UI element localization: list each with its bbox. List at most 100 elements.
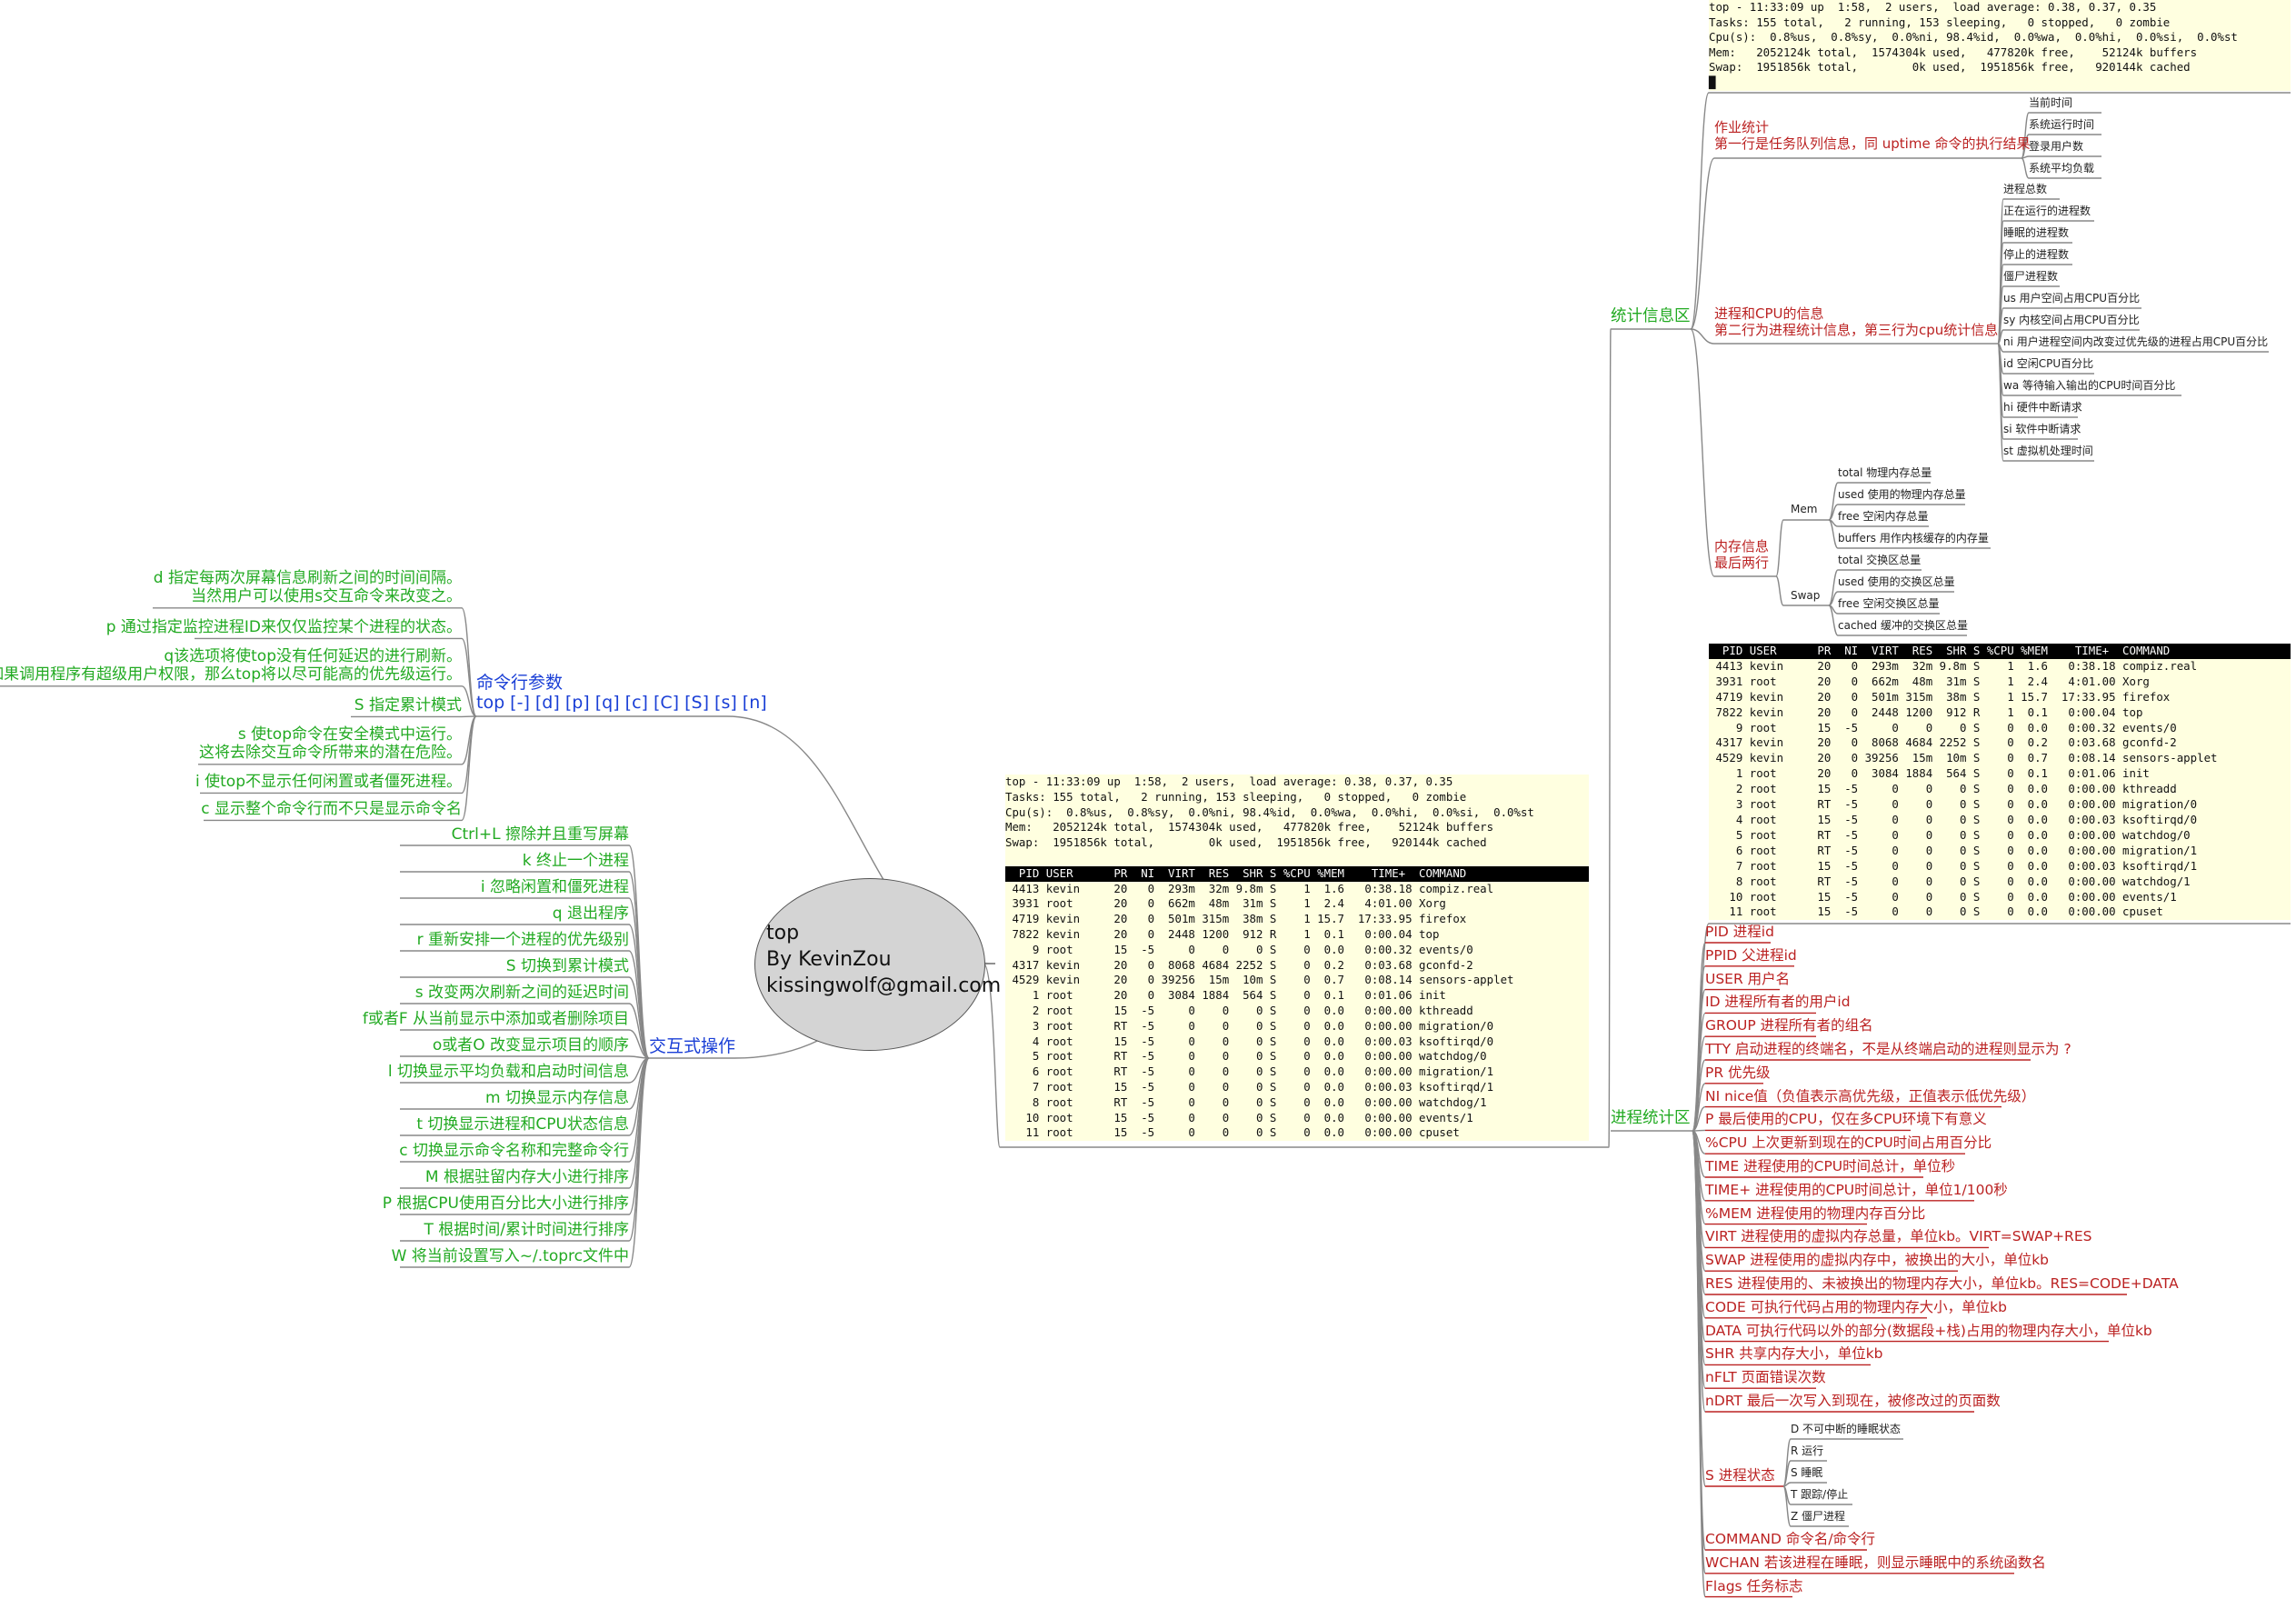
cmdline-param[interactable]: d 指定每两次屏幕信息刷新之间的时间间隔。 当然用户可以使用s交互命令来改变之。: [154, 569, 462, 606]
interactive-command[interactable]: S 切换到累计模式: [506, 957, 629, 975]
process-field[interactable]: PR 优先级: [1705, 1064, 1771, 1082]
process-field-line: TIME+ 进程使用的CPU时间总计，单位1/100秒: [1705, 1181, 2008, 1198]
process-field[interactable]: GROUP 进程所有者的组名: [1705, 1017, 1873, 1034]
process-state-item[interactable]: Z 僵尸进程: [1791, 1510, 1845, 1523]
mem-stat-item[interactable]: buffers 用作内核缓存的内存量: [1838, 532, 1989, 545]
process-field[interactable]: USER 用户名: [1705, 971, 1790, 988]
swap-stat-item[interactable]: free 空闲交换区总量: [1838, 597, 1939, 610]
cmdline-syntax[interactable]: top [-] [d] [p] [q] [c] [C] [S] [s] [n]: [476, 693, 767, 714]
cpu-stat-item[interactable]: 停止的进程数: [2003, 248, 2069, 261]
process-field[interactable]: NI nice值（负值表示高优先级，正值表示低优先级）: [1705, 1088, 2035, 1105]
interactive-command[interactable]: l 切换显示平均负载和启动时间信息: [388, 1063, 629, 1081]
cmdline-param[interactable]: c 显示整个命令行而不只是显示命令名: [201, 800, 462, 818]
process-field[interactable]: P 最后使用的CPU，仅在多CPU环境下有意义: [1705, 1111, 1987, 1128]
process-field[interactable]: TIME 进程使用的CPU时间总计，单位秒: [1705, 1158, 1955, 1175]
cpu-stat-item[interactable]: st 虚拟机处理时间: [2003, 445, 2093, 457]
process-field[interactable]: DATA 可执行代码以外的部分(数据段+栈)占用的物理内存大小，单位kb: [1705, 1323, 2152, 1340]
mem-stat-item[interactable]: used 使用的物理内存总量: [1838, 488, 1966, 501]
job-stats-node[interactable]: 作业统计 第一行是任务队列信息，同 uptime 命令的执行结果: [1714, 119, 2030, 152]
interactive-command[interactable]: t 切换显示进程和CPU状态信息: [416, 1115, 629, 1134]
cmdline-param[interactable]: q该选项将使top没有任何延迟的进行刷新。 如果调用程序有超级用户权限，那么top…: [0, 647, 462, 685]
process-field[interactable]: COMMAND 命令名/命令行: [1705, 1531, 1875, 1548]
cmdline-param[interactable]: p 通过指定监控进程ID来仅仅监控某个进程的状态。: [106, 618, 462, 636]
job-stat-item[interactable]: 系统平均负载: [2029, 162, 2094, 175]
cpu-stat-item[interactable]: id 空闲CPU百分比: [2003, 357, 2093, 370]
job-stat-item[interactable]: 登录用户数: [2029, 140, 2083, 153]
process-field[interactable]: VIRT 进程使用的虚拟内存总量，单位kb。VIRT=SWAP+RES: [1705, 1228, 2091, 1245]
interactive-command[interactable]: f或者F 从当前显示中添加或者删除项目: [363, 1010, 629, 1028]
process-state-node-line: S 进程状态: [1705, 1467, 1775, 1484]
interactive-command[interactable]: P 根据CPU使用百分比大小进行排序: [383, 1194, 629, 1213]
interactive-command[interactable]: M 根据驻留内存大小进行排序: [425, 1168, 629, 1186]
interactive-command[interactable]: W 将当前设置写入~/.toprc文件中: [392, 1247, 629, 1265]
swap-label[interactable]: Swap: [1791, 589, 1820, 602]
mem-stat-item[interactable]: free 空闲内存总量: [1838, 510, 1928, 523]
process-field-line: RES 进程使用的、未被换出的物理内存大小，单位kb。RES=CODE+DATA: [1705, 1275, 2179, 1292]
proc-cpu-node[interactable]: 进程和CPU的信息 第二行为进程统计信息，第三行为cpu统计信息: [1714, 305, 1998, 338]
cpu-stat-item-line: st 虚拟机处理时间: [2003, 445, 2093, 457]
interactive-command[interactable]: c 切换显示命令名称和完整命令行: [399, 1142, 629, 1160]
cpu-stat-item[interactable]: 进程总数: [2003, 183, 2047, 195]
process-field-line: NI nice值（负值表示高优先级，正值表示低优先级）: [1705, 1087, 2036, 1104]
process-row: 1 root 20 0 3084 1884 564 S 0 0.1 0:01.0…: [1005, 988, 1446, 1003]
memory-node[interactable]: 内存信息 最后两行: [1714, 538, 1769, 571]
central-topic[interactable]: top By KevinZou kissingwolf@gmail.com: [754, 878, 1001, 1051]
process-field[interactable]: SHR 共享内存大小，单位kb: [1705, 1345, 1883, 1363]
cpu-stat-item[interactable]: sy 内核空间占用CPU百分比: [2003, 314, 2140, 326]
process-field[interactable]: CODE 可执行代码占用的物理内存大小，单位kb: [1705, 1299, 2007, 1316]
cpu-stat-item[interactable]: wa 等待输入输出的CPU时间百分比: [2003, 379, 2175, 392]
interactive-command[interactable]: Ctrl+L 擦除并且重写屏幕: [452, 825, 629, 844]
interactive-command[interactable]: o或者O 改变显示项目的顺序: [433, 1036, 629, 1054]
cpu-stat-item[interactable]: 睡眠的进程数: [2003, 226, 2069, 239]
process-state-item[interactable]: R 运行: [1791, 1444, 1823, 1457]
process-field[interactable]: WCHAN 若该进程在睡眠，则显示睡眠中的系统函数名: [1705, 1554, 2046, 1572]
cpu-stat-item[interactable]: us 用户空间占用CPU百分比: [2003, 292, 2140, 305]
cpu-stat-item[interactable]: 僵尸进程数: [2003, 270, 2058, 283]
cmdline-param[interactable]: s 使top命令在安全模式中运行。 这将去除交互命令所带来的潜在危险。: [199, 725, 462, 763]
interactive-branch-title[interactable]: 交互式操作: [649, 1036, 735, 1057]
mem-label[interactable]: Mem: [1791, 503, 1817, 515]
job-stat-item[interactable]: 系统运行时间: [2029, 118, 2094, 131]
process-row: 5 root RT -5 0 0 0 S 0 0.0 0:00.00 watch…: [1709, 827, 2191, 842]
process-field[interactable]: PPID 父进程id: [1705, 947, 1797, 964]
cpu-stat-item[interactable]: ni 用户进程空间内改变过优先级的进程占用CPU百分比: [2003, 335, 2268, 348]
process-field[interactable]: %CPU 上次更新到现在的CPU时间占用百分比: [1705, 1134, 1992, 1152]
job-stat-item[interactable]: 当前时间: [2029, 96, 2072, 109]
procstats-branch-title[interactable]: 进程统计区: [1611, 1109, 1691, 1128]
process-field[interactable]: SWAP 进程使用的虚拟内存中，被换出的大小，单位kb: [1705, 1252, 2049, 1269]
process-field[interactable]: RES 进程使用的、未被换出的物理内存大小，单位kb。RES=CODE+DATA: [1705, 1275, 2179, 1293]
swap-stat-item[interactable]: cached 缓冲的交换区总量: [1838, 619, 1968, 632]
cmdline-param[interactable]: S 指定累计模式: [354, 696, 462, 715]
cmdline-param[interactable]: i 使top不显示任何闲置或者僵死进程。: [195, 773, 462, 791]
process-state-item[interactable]: D 不可中断的睡眠状态: [1791, 1423, 1901, 1435]
interactive-command[interactable]: r 重新安排一个进程的优先级别: [417, 931, 629, 949]
process-state-node[interactable]: S 进程状态: [1705, 1467, 1775, 1484]
process-state-item[interactable]: T 跟踪/停止: [1791, 1488, 1848, 1501]
swap-stat-item[interactable]: used 使用的交换区总量: [1838, 575, 1955, 588]
cmdline-branch-title[interactable]: 命令行参数: [476, 673, 563, 694]
process-field[interactable]: nDRT 最后一次写入到现在，被修改过的页面数: [1705, 1393, 2001, 1410]
cpu-stat-item[interactable]: hi 硬件中断请求: [2003, 401, 2082, 414]
cpu-stat-item[interactable]: 正在运行的进程数: [2003, 205, 2091, 217]
process-field[interactable]: PID 进程id: [1705, 924, 1774, 941]
interactive-command[interactable]: m 切换显示内存信息: [485, 1089, 629, 1107]
cpu-stat-item[interactable]: si 软件中断请求: [2003, 423, 2081, 435]
job-stat-item-line: 登录用户数: [2029, 140, 2084, 153]
interactive-command[interactable]: s 改变两次刷新之间的延迟时间: [415, 984, 629, 1002]
interactive-command[interactable]: T 根据时间/累计时间进行排序: [424, 1221, 629, 1239]
interactive-command[interactable]: k 终止一个进程: [523, 852, 629, 870]
mem-stat-item[interactable]: total 物理内存总量: [1838, 466, 1932, 479]
stats-branch-title[interactable]: 统计信息区: [1611, 307, 1691, 326]
swap-stat-item[interactable]: total 交换区总量: [1838, 554, 1921, 566]
interactive-command[interactable]: q 退出程序: [553, 904, 629, 923]
procstats-terminal: PID USER PR NI VIRT RES SHR S %CPU %MEM …: [1709, 644, 2291, 921]
process-state-item[interactable]: S 睡眠: [1791, 1466, 1822, 1479]
process-field[interactable]: ID 进程所有者的用户id: [1705, 994, 1851, 1011]
process-field[interactable]: TTY 启动进程的终端名，不是从终端启动的进程则显示为 ?: [1705, 1041, 2071, 1058]
process-field[interactable]: Flags 任务标志: [1705, 1578, 1803, 1595]
interactive-command[interactable]: i 忽略闲置和僵死进程: [481, 878, 629, 896]
process-field[interactable]: TIME+ 进程使用的CPU时间总计，单位1/100秒: [1705, 1182, 2008, 1199]
connector: [461, 715, 477, 795]
process-field[interactable]: nFLT 页面错误次数: [1705, 1369, 1826, 1386]
process-field[interactable]: %MEM 进程使用的物理内存百分比: [1705, 1205, 1925, 1223]
